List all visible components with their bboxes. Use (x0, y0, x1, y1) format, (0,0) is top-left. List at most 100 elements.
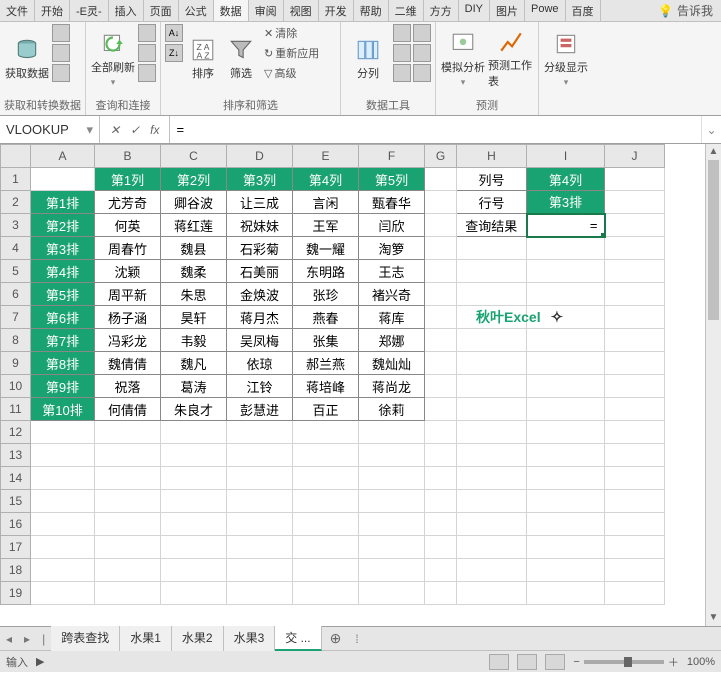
cell-F8[interactable]: 郑娜 (359, 329, 425, 352)
forecast-sheet-button[interactable]: 预测工作表 (488, 24, 534, 94)
cancel-edit-icon[interactable]: ✕ (110, 123, 120, 137)
cell-B12[interactable] (95, 421, 161, 444)
cell-F15[interactable] (359, 490, 425, 513)
row-header-1[interactable]: 1 (1, 168, 31, 191)
cell-B11[interactable]: 何倩倩 (95, 398, 161, 421)
row-header-5[interactable]: 5 (1, 260, 31, 283)
filter-button[interactable]: 筛选 (223, 24, 259, 94)
cell-H19[interactable] (457, 582, 527, 605)
cell-J19[interactable] (605, 582, 665, 605)
col-header-J[interactable]: J (605, 145, 665, 168)
cell-G17[interactable] (425, 536, 457, 559)
cell-D8[interactable]: 吴凤梅 (227, 329, 293, 352)
cell-E15[interactable] (293, 490, 359, 513)
from-table-icon[interactable] (52, 64, 70, 82)
cell-J1[interactable] (605, 168, 665, 191)
cell-D4[interactable]: 石彩菊 (227, 237, 293, 260)
remove-dup-icon[interactable] (393, 44, 411, 62)
cell-B18[interactable] (95, 559, 161, 582)
consolidate-icon[interactable] (413, 24, 431, 42)
advanced-filter-button[interactable]: ▽高级 (261, 64, 322, 82)
cell-D13[interactable] (227, 444, 293, 467)
cell-J10[interactable] (605, 375, 665, 398)
row-header-13[interactable]: 13 (1, 444, 31, 467)
cell-E19[interactable] (293, 582, 359, 605)
ribbon-tab-开发[interactable]: 开发 (319, 0, 354, 21)
cell-H2[interactable]: 行号 (457, 191, 527, 214)
cell-D2[interactable]: 让三成 (227, 191, 293, 214)
cell-B5[interactable]: 沈颖 (95, 260, 161, 283)
cell-A7[interactable]: 第6排 (31, 306, 95, 329)
cell-A15[interactable] (31, 490, 95, 513)
cell-J8[interactable] (605, 329, 665, 352)
cell-G12[interactable] (425, 421, 457, 444)
tab-nav-next-icon[interactable]: ▸ (18, 632, 36, 646)
cell-G8[interactable] (425, 329, 457, 352)
cell-D3[interactable]: 祝妹妹 (227, 214, 293, 237)
row-header-17[interactable]: 17 (1, 536, 31, 559)
cell-D7[interactable]: 蒋月杰 (227, 306, 293, 329)
cell-H13[interactable] (457, 444, 527, 467)
tell-me-search[interactable]: 💡告诉我 (650, 0, 721, 21)
cell-B3[interactable]: 何英 (95, 214, 161, 237)
cell-J6[interactable] (605, 283, 665, 306)
cell-D12[interactable] (227, 421, 293, 444)
cell-H17[interactable] (457, 536, 527, 559)
view-normal-button[interactable] (489, 654, 509, 670)
cell-E2[interactable]: 言闲 (293, 191, 359, 214)
cell-D6[interactable]: 金焕波 (227, 283, 293, 306)
cell-F10[interactable]: 蒋尚龙 (359, 375, 425, 398)
worksheet-grid[interactable]: ABCDEFGHIJ1第1列第2列第3列第4列第5列列号第4列2第1排尤芳奇卿谷… (0, 144, 721, 626)
cell-D16[interactable] (227, 513, 293, 536)
ribbon-tab-方方[interactable]: 方方 (424, 0, 459, 21)
cell-E4[interactable]: 魏一耀 (293, 237, 359, 260)
scroll-thumb[interactable] (708, 160, 719, 320)
cell-E7[interactable]: 燕春 (293, 306, 359, 329)
cell-D5[interactable]: 石美丽 (227, 260, 293, 283)
cell-B15[interactable] (95, 490, 161, 513)
sheet-tab-0[interactable]: 跨表查找 (51, 626, 120, 651)
cell-E1[interactable]: 第4列 (293, 168, 359, 191)
row-header-15[interactable]: 15 (1, 490, 31, 513)
ribbon-tab-百度[interactable]: 百度 (566, 0, 601, 21)
cell-H12[interactable] (457, 421, 527, 444)
cell-C9[interactable]: 魏凡 (161, 352, 227, 375)
cell-A14[interactable] (31, 467, 95, 490)
cell-C11[interactable]: 朱良才 (161, 398, 227, 421)
sheet-tab-3[interactable]: 水果3 (224, 626, 276, 651)
cell-F18[interactable] (359, 559, 425, 582)
cell-J15[interactable] (605, 490, 665, 513)
cell-B1[interactable]: 第1列 (95, 168, 161, 191)
cell-E5[interactable]: 东明路 (293, 260, 359, 283)
ribbon-tab-二维[interactable]: 二维 (389, 0, 424, 21)
cell-J17[interactable] (605, 536, 665, 559)
ribbon-tab-审阅[interactable]: 审阅 (249, 0, 284, 21)
cell-C1[interactable]: 第2列 (161, 168, 227, 191)
cell-I14[interactable] (527, 467, 605, 490)
cell-C19[interactable] (161, 582, 227, 605)
cell-J13[interactable] (605, 444, 665, 467)
col-header-G[interactable]: G (425, 145, 457, 168)
cell-A8[interactable]: 第7排 (31, 329, 95, 352)
ribbon-tab-帮助[interactable]: 帮助 (354, 0, 389, 21)
cell-B16[interactable] (95, 513, 161, 536)
outline-button[interactable]: 分级显示 ▾ (543, 24, 589, 94)
macro-record-icon[interactable]: ▶ (36, 655, 44, 668)
cell-D17[interactable] (227, 536, 293, 559)
cell-E18[interactable] (293, 559, 359, 582)
cell-F19[interactable] (359, 582, 425, 605)
cell-E12[interactable] (293, 421, 359, 444)
zoom-track[interactable] (584, 660, 664, 664)
cell-B9[interactable]: 魏倩倩 (95, 352, 161, 375)
cell-G16[interactable] (425, 513, 457, 536)
sheet-tab-4[interactable]: 交 ... (275, 626, 321, 651)
cell-C17[interactable] (161, 536, 227, 559)
cell-A16[interactable] (31, 513, 95, 536)
ribbon-tab-数据[interactable]: 数据 (214, 0, 249, 21)
cell-E8[interactable]: 张集 (293, 329, 359, 352)
cell-J4[interactable] (605, 237, 665, 260)
cell-F6[interactable]: 褚兴奇 (359, 283, 425, 306)
cell-H8[interactable] (457, 329, 527, 352)
cell-F13[interactable] (359, 444, 425, 467)
ribbon-tab-开始[interactable]: 开始 (35, 0, 70, 21)
